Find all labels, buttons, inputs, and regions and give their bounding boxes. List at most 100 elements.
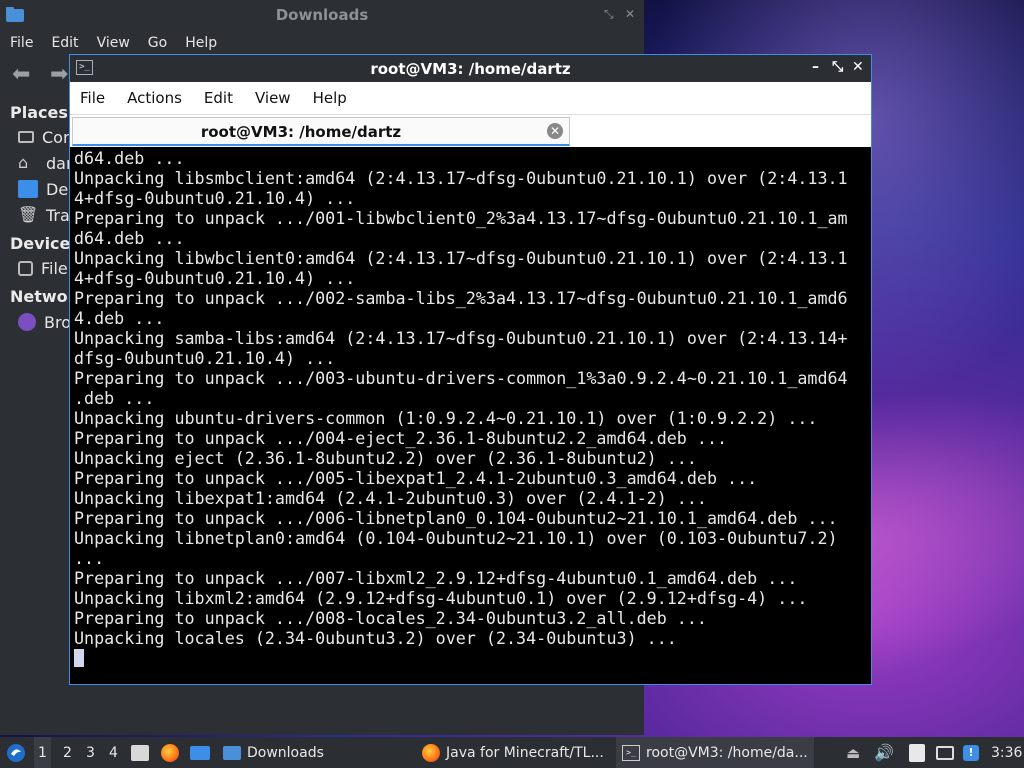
terminal-line: Unpacking samba-libs:amd64 (2:4.13.17~df…: [74, 328, 848, 348]
terminal-line: 4+dfsg-0ubuntu0.21.10.4) ...: [74, 188, 356, 208]
sidebar-item-trash[interactable]: 🗑 Tra: [18, 204, 70, 226]
terminal-line: Unpacking libwbclient0:amd64 (2:4.13.17~…: [74, 248, 848, 268]
terminal-tab-label: root@VM3: /home/dartz: [200, 123, 402, 141]
network-icon: [18, 313, 36, 331]
places-heading: Places: [10, 103, 68, 122]
network-wired-icon: [936, 745, 954, 760]
desktop-icon: [190, 745, 210, 760]
sidebar-item-filesystem[interactable]: File: [18, 257, 68, 279]
task-firefox-label: Java for Minecraft/TL...: [446, 744, 604, 761]
workspace-2[interactable]: 2: [63, 737, 72, 768]
maximize-icon[interactable]: ⤡: [832, 59, 843, 75]
task-downloads[interactable]: Downloads: [217, 737, 330, 768]
terminal-line: Preparing to unpack .../001-libwbclient0…: [74, 208, 848, 228]
file-manager-title: Downloads: [275, 6, 369, 24]
terminal-tabbar: root@VM3: /home/dartz ✕: [70, 115, 871, 147]
taskbar: 1 2 3 4 Downloads Java for Minecraft/TL.…: [0, 737, 1024, 768]
fm-menu-go[interactable]: Go: [148, 35, 167, 51]
clipboard-tray-button[interactable]: [909, 737, 925, 768]
menu-view[interactable]: View: [255, 89, 291, 107]
terminal-line: Unpacking libsmbclient:amd64 (2:4.13.17~…: [74, 168, 848, 188]
terminal-line: Unpacking ubuntu-drivers-common (1:0.9.2…: [74, 408, 818, 428]
task-terminal-label: root@VM3: /home/da...: [646, 744, 808, 761]
trash-icon: 🗑: [18, 205, 39, 224]
sidebar-item-browse-network[interactable]: Bro: [18, 311, 71, 333]
terminal-line: d64.deb ...: [74, 228, 185, 248]
terminal-line: .deb ...: [74, 388, 155, 408]
clock[interactable]: 3:36: [991, 737, 1022, 768]
terminal-line: Unpacking locales (2.34-0ubuntu3.2) over…: [74, 628, 677, 648]
terminal-line: 4+dfsg-0ubuntu0.21.10.4) ...: [74, 268, 356, 288]
terminal-line: Preparing to unpack .../004-eject_2.36.1…: [74, 428, 728, 448]
minimize-icon[interactable]: –: [812, 59, 819, 75]
file-cabinet-icon: [131, 744, 149, 761]
task-terminal[interactable]: >_ root@VM3: /home/da...: [616, 737, 814, 768]
speaker-icon: 🔊: [874, 743, 894, 762]
fm-menu-file[interactable]: File: [10, 35, 33, 51]
eject-tray-button[interactable]: ⏏: [846, 737, 860, 768]
terminal-line: Unpacking libnetplan0:amd64 (0.104-0ubun…: [74, 528, 838, 548]
folder-icon: [223, 745, 241, 760]
menu-file[interactable]: File: [80, 89, 105, 107]
firefox-launcher[interactable]: [161, 737, 179, 768]
workspace-1[interactable]: 1: [34, 737, 51, 768]
text-cursor: [74, 649, 84, 667]
files-launcher[interactable]: [131, 737, 149, 768]
terminal-line: Preparing to unpack .../002-samba-libs_2…: [74, 288, 848, 308]
restore-icon[interactable]: ⤡: [604, 7, 614, 22]
file-manager-titlebar[interactable]: Downloads ⤡ ✕: [0, 0, 644, 30]
fm-menu-view[interactable]: View: [97, 35, 130, 51]
file-manager-menubar: File Edit View Go Help: [0, 30, 644, 56]
menu-actions[interactable]: Actions: [127, 89, 182, 107]
terminal-line: Preparing to unpack .../006-libnetplan0_…: [74, 508, 838, 528]
terminal-line: Preparing to unpack .../008-locales_2.34…: [74, 608, 707, 628]
menu-help[interactable]: Help: [313, 89, 347, 107]
terminal-line: d64.deb ...: [74, 148, 185, 168]
computer-icon: [18, 131, 34, 143]
fm-menu-help[interactable]: Help: [185, 35, 217, 51]
clipboard-icon: [909, 743, 925, 762]
terminal-icon: >_: [622, 744, 640, 761]
sidebar-item-desktop[interactable]: Des: [18, 178, 77, 200]
terminal-menubar: File Actions Edit View Help: [70, 82, 871, 115]
desktop-folder-icon: [18, 180, 38, 198]
terminal-tab[interactable]: root@VM3: /home/dartz ✕: [72, 117, 570, 146]
forward-arrow-icon[interactable]: ➡: [50, 62, 68, 87]
show-desktop-button[interactable]: [190, 737, 210, 768]
sidebar-item-computer[interactable]: Cor: [18, 126, 70, 148]
fm-menu-edit[interactable]: Edit: [51, 35, 78, 51]
firefox-icon: [422, 743, 440, 762]
task-firefox[interactable]: Java for Minecraft/TL...: [416, 737, 610, 768]
terminal-window[interactable]: >_ root@VM3: /home/dartz – ⤡ ✕ File Acti…: [69, 54, 872, 685]
terminal-titlebar[interactable]: >_ root@VM3: /home/dartz – ⤡ ✕: [70, 55, 871, 82]
volume-tray-button[interactable]: 🔊: [874, 737, 894, 768]
terminal-line: ...: [74, 548, 105, 568]
terminal-line: Preparing to unpack .../005-libexpat1_2.…: [74, 468, 758, 488]
firefox-icon: [161, 743, 179, 762]
terminal-line: Unpacking eject (2.36.1-8ubuntu2.2) over…: [74, 448, 697, 468]
start-menu-button[interactable]: [6, 737, 26, 768]
eject-icon: ⏏: [846, 743, 861, 762]
update-notification-icon: !: [963, 744, 979, 761]
terminal-line: Preparing to unpack .../003-ubuntu-drive…: [74, 368, 848, 388]
terminal-line: Preparing to unpack .../007-libxml2_2.9.…: [74, 568, 798, 588]
terminal-title: root@VM3: /home/dartz: [370, 60, 571, 78]
home-icon: ⌂: [18, 153, 29, 172]
drive-icon: [18, 260, 33, 276]
close-icon[interactable]: ✕: [852, 59, 864, 75]
lubuntu-logo-icon: [7, 743, 25, 762]
close-icon[interactable]: ✕: [625, 7, 635, 21]
task-downloads-label: Downloads: [247, 744, 324, 761]
menu-edit[interactable]: Edit: [204, 89, 233, 107]
terminal-line: dfsg-0ubuntu0.21.10.4) ...: [74, 348, 336, 368]
sidebar-item-home[interactable]: ⌂ dar: [18, 152, 73, 174]
tab-close-icon[interactable]: ✕: [547, 123, 563, 139]
terminal-output[interactable]: d64.deb ... Unpacking libsmbclient:amd64 …: [74, 148, 867, 680]
terminal-line: Unpacking libxml2:amd64 (2.9.12+dfsg-4ub…: [74, 588, 808, 608]
workspace-3[interactable]: 3: [86, 737, 95, 768]
back-arrow-icon[interactable]: ⬅: [12, 62, 30, 87]
network-tray-button[interactable]: [936, 737, 954, 768]
updates-tray-button[interactable]: !: [963, 737, 979, 768]
terminal-line: Unpacking libexpat1:amd64 (2.4.1-2ubuntu…: [74, 488, 707, 508]
workspace-4[interactable]: 4: [109, 737, 118, 768]
